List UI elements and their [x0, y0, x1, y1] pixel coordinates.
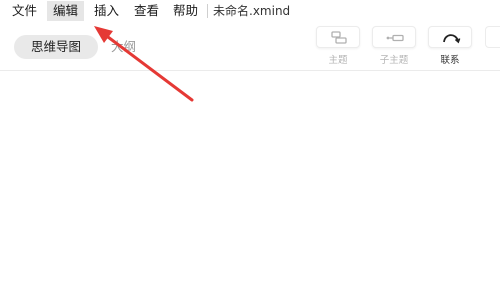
topic-label: 主题	[328, 55, 348, 66]
menu-edit[interactable]: 编辑	[47, 1, 85, 21]
menu-file[interactable]: 文件	[6, 1, 43, 21]
menu-bar: 文件 编辑 插入 查看 帮助 未命名.xmind	[0, 0, 500, 22]
tab-outline[interactable]: 大纲	[111, 35, 136, 59]
topic-icon	[331, 31, 347, 44]
relationship-icon	[443, 34, 461, 44]
relationship-button[interactable]: 联系	[428, 26, 472, 66]
topic-button-box	[316, 26, 360, 48]
menu-insert[interactable]: 插入	[88, 1, 125, 21]
subtopic-button[interactable]: 子主题	[372, 26, 416, 66]
tab-mindmap[interactable]: 思维导图	[14, 35, 98, 59]
toolbar: 思维导图 大纲 主题 子主题 联系	[0, 22, 500, 71]
relationship-label: 联系	[440, 55, 460, 66]
file-title: 未命名.xmind	[213, 4, 291, 18]
subtopic-label: 子主题	[379, 55, 409, 66]
more-tool-button[interactable]	[485, 26, 500, 66]
subtopic-button-box	[372, 26, 416, 48]
app-window: 文件 编辑 插入 查看 帮助 未命名.xmind 思维导图 大纲 主题 子主题 …	[0, 0, 500, 308]
menu-help[interactable]: 帮助	[167, 1, 204, 21]
more-tool-box	[485, 26, 500, 48]
topic-button[interactable]: 主题	[316, 26, 360, 66]
menu-view[interactable]: 查看	[128, 1, 165, 21]
menu-divider	[207, 4, 208, 18]
subtopic-icon	[386, 34, 404, 42]
relationship-button-box	[428, 26, 472, 48]
